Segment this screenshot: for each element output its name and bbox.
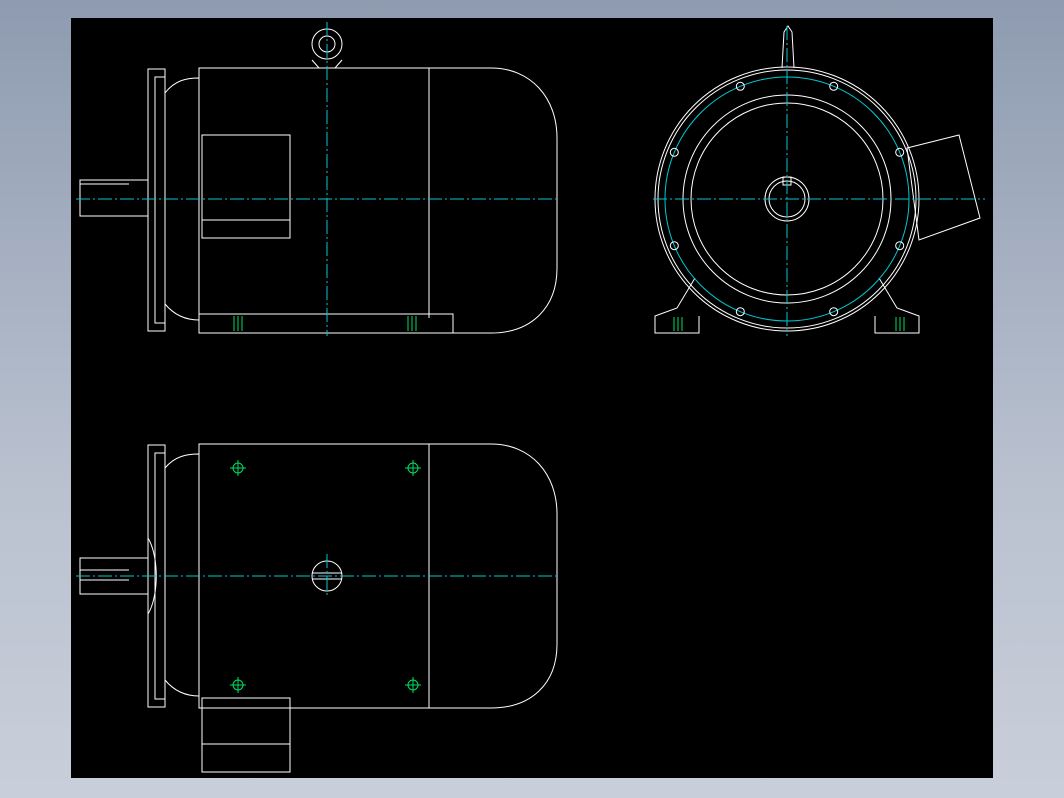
terminal-box: [201, 134, 291, 239]
top-plan-view: [76, 443, 559, 773]
shaft: [79, 179, 149, 217]
mounting-hole-marker: [405, 460, 421, 476]
terminal-box: [201, 697, 291, 773]
end-bell: [164, 453, 200, 697]
motor-body: [198, 67, 558, 334]
mounting-hole-marker: [230, 677, 246, 693]
foot-hole-markers: [673, 317, 905, 331]
side-elevation-view: [76, 22, 559, 336]
base-foot: [198, 313, 454, 334]
flange: [147, 68, 166, 332]
end-view: [653, 25, 985, 336]
mounting-hole-marker: [230, 460, 246, 476]
cad-viewport[interactable]: [71, 18, 993, 778]
mounting-hole-marker: [405, 677, 421, 693]
motor-drawing: [76, 22, 985, 773]
lifting-lug: [781, 25, 795, 69]
terminal-box-side: [906, 134, 981, 241]
